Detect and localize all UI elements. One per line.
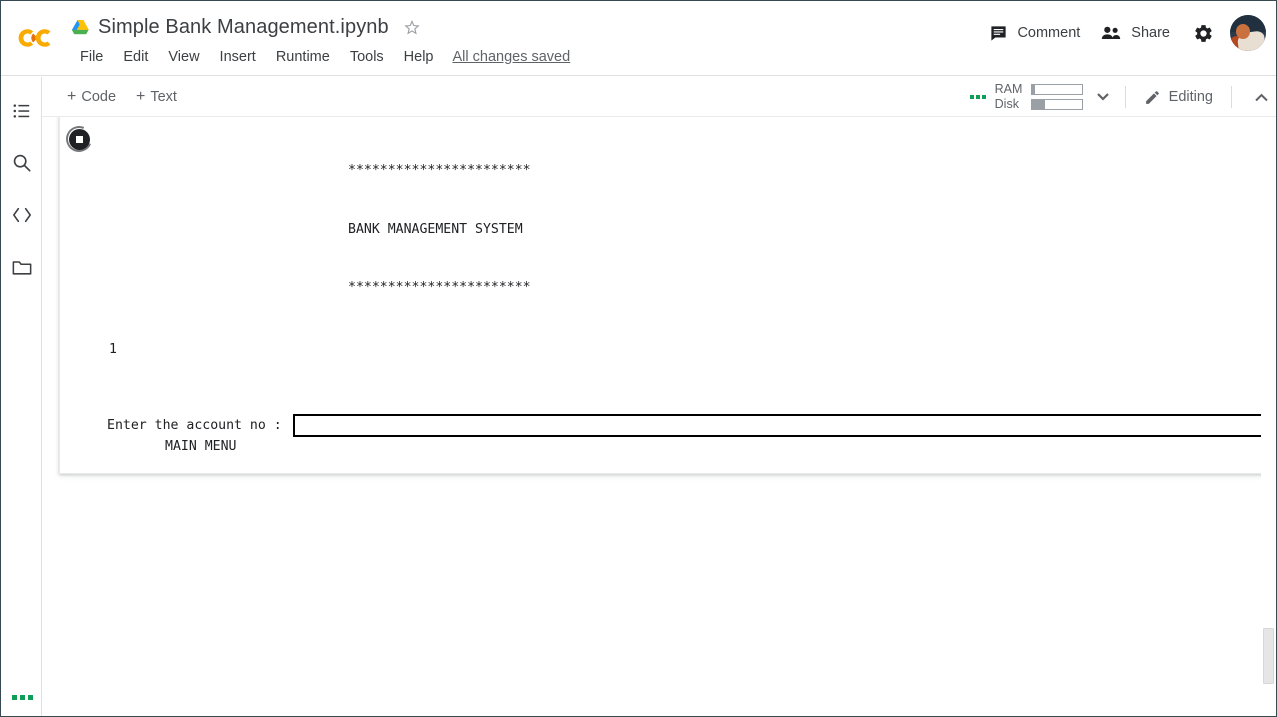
ram-meter-row: RAM bbox=[995, 83, 1083, 96]
add-code-cell-button[interactable]: + Code bbox=[59, 84, 124, 110]
terminal-status-dots[interactable] bbox=[12, 695, 33, 700]
folder-icon bbox=[12, 261, 32, 275]
plus-icon: + bbox=[67, 88, 77, 105]
share-label: Share bbox=[1131, 25, 1170, 41]
menu-edit[interactable]: Edit bbox=[113, 47, 158, 67]
editing-mode-button[interactable]: Editing bbox=[1138, 84, 1219, 111]
app-header: Simple Bank Management.ipynb File Edit V… bbox=[1, 1, 1276, 76]
menu-runtime[interactable]: Runtime bbox=[266, 47, 340, 67]
code-cell[interactable]: *********************** BANK MANAGEMENT … bbox=[59, 117, 1264, 474]
pencil-icon bbox=[1145, 90, 1159, 104]
document-title-row: Simple Bank Management.ipynb bbox=[71, 11, 421, 43]
star-icon[interactable] bbox=[403, 18, 421, 36]
sidebar-item-find-and-replace[interactable] bbox=[9, 150, 35, 176]
sidebar-item-files[interactable] bbox=[9, 254, 35, 280]
disk-label: Disk bbox=[994, 97, 1019, 111]
notebook-area: *********************** BANK MANAGEMENT … bbox=[42, 117, 1276, 716]
notebook-toolbar: + Code + Text RAM Disk Editing bbox=[42, 77, 1276, 117]
ram-label: RAM bbox=[994, 82, 1023, 96]
colab-logo-icon bbox=[18, 29, 51, 47]
comment-label: Comment bbox=[1017, 25, 1081, 41]
disk-bar bbox=[1030, 99, 1083, 110]
stdin-echo-1: 1 bbox=[109, 341, 117, 357]
toolbar-divider bbox=[1124, 86, 1126, 108]
chevron-down-icon[interactable] bbox=[1093, 87, 1113, 107]
add-text-label: Text bbox=[150, 89, 177, 105]
ram-bar bbox=[1030, 84, 1083, 95]
colab-window: Simple Bank Management.ipynb File Edit V… bbox=[0, 0, 1277, 717]
save-status[interactable]: All changes saved bbox=[453, 49, 571, 65]
three-dots-icon[interactable] bbox=[969, 95, 986, 99]
menu-view[interactable]: View bbox=[158, 47, 209, 67]
comment-button[interactable]: Comment bbox=[979, 19, 1090, 48]
chevron-up-icon[interactable] bbox=[1248, 84, 1274, 110]
search-icon bbox=[13, 154, 31, 172]
google-drive-icon bbox=[71, 19, 89, 34]
output-banner-title: BANK MANAGEMENT SYSTEM bbox=[348, 221, 523, 237]
output-banner-top: *********************** bbox=[348, 163, 531, 178]
menu-tools[interactable]: Tools bbox=[340, 47, 394, 67]
page-title: Simple Bank Management.ipynb bbox=[98, 15, 389, 38]
gear-icon bbox=[1194, 24, 1212, 42]
editing-label: Editing bbox=[1168, 89, 1213, 105]
header-actions: Comment Share bbox=[979, 15, 1266, 51]
avatar[interactable] bbox=[1230, 15, 1266, 51]
menu-title: MAIN MENU bbox=[165, 439, 237, 454]
stdin-row: Enter the account no : bbox=[107, 414, 1263, 437]
menu-insert[interactable]: Insert bbox=[210, 47, 266, 67]
list-icon bbox=[13, 104, 30, 118]
vertical-scrollbar[interactable] bbox=[1261, 117, 1276, 716]
menu-help[interactable]: Help bbox=[394, 47, 444, 67]
stdin-label: Enter the account no : bbox=[107, 417, 290, 433]
add-code-label: Code bbox=[81, 89, 117, 105]
menu-file[interactable]: File bbox=[70, 47, 113, 67]
code-brackets-icon bbox=[13, 207, 31, 223]
people-icon bbox=[1100, 24, 1122, 43]
left-sidebar bbox=[1, 77, 42, 716]
resource-meter[interactable]: RAM Disk bbox=[995, 83, 1083, 111]
plus-icon: + bbox=[136, 88, 146, 105]
share-button[interactable]: Share bbox=[1090, 19, 1180, 48]
sidebar-item-code-snippets[interactable] bbox=[9, 202, 35, 228]
toolbar-divider bbox=[1231, 86, 1232, 108]
output-banner-bot: *********************** bbox=[348, 280, 531, 295]
settings-button[interactable] bbox=[1186, 16, 1220, 50]
toolbar-right: RAM Disk Editing bbox=[969, 77, 1274, 117]
add-text-cell-button[interactable]: + Text bbox=[128, 84, 185, 110]
scrollbar-thumb[interactable] bbox=[1263, 628, 1274, 684]
disk-meter-row: Disk bbox=[995, 98, 1083, 111]
stdin-input[interactable] bbox=[292, 414, 1263, 437]
toolbar-left: + Code + Text bbox=[59, 77, 185, 117]
colab-logo[interactable] bbox=[15, 19, 59, 57]
comment-icon bbox=[989, 24, 1008, 43]
menu-bar: File Edit View Insert Runtime Tools Help… bbox=[70, 47, 570, 67]
sidebar-item-table-of-contents[interactable] bbox=[9, 98, 35, 124]
stop-interrupt-icon[interactable] bbox=[62, 122, 96, 156]
